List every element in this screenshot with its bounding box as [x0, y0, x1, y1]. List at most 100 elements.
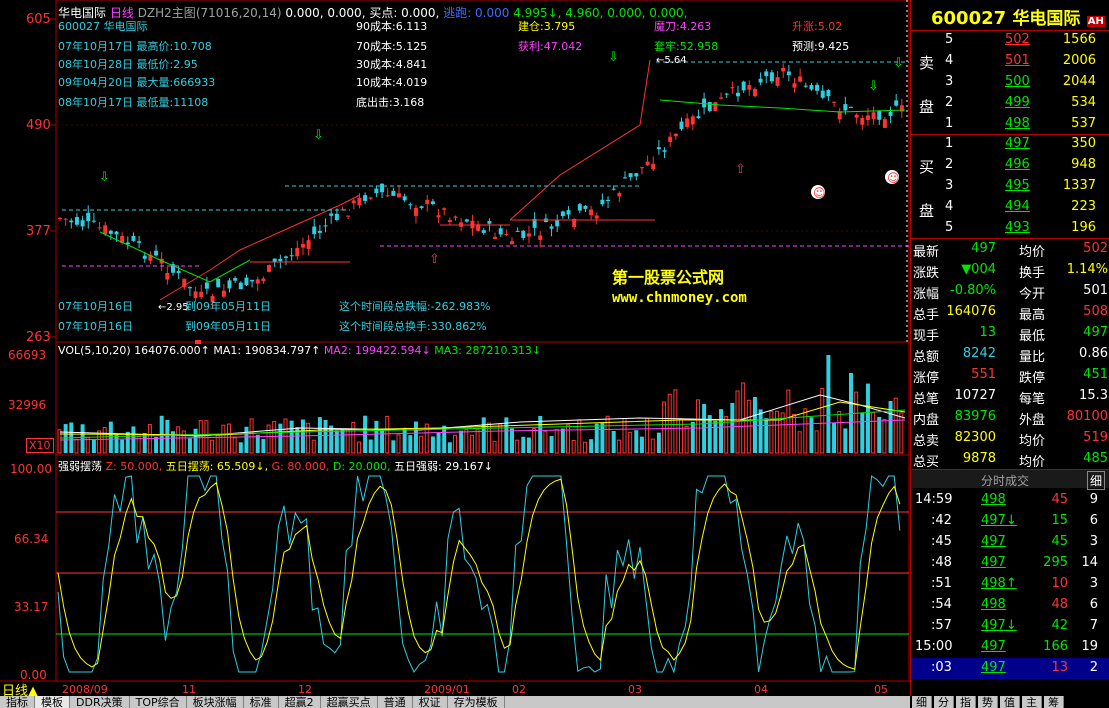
candle-body	[510, 241, 514, 245]
quote-tab[interactable]: 值	[1000, 696, 1020, 708]
tick-time: :57	[931, 618, 952, 633]
bid-row: 4 494 223	[911, 197, 1109, 218]
tab-template[interactable]: 模板	[35, 696, 70, 708]
level: 3	[945, 74, 954, 89]
tab-warrant[interactable]: 权证	[413, 696, 448, 708]
volume-bar	[832, 422, 837, 453]
quote-tab[interactable]: 主	[1022, 696, 1042, 708]
time-axis-label: 2008/09	[62, 683, 108, 696]
volume-bar	[57, 429, 62, 454]
stat-value: 485	[1083, 451, 1108, 466]
candle-body	[685, 118, 690, 127]
ticks-detail-button[interactable]: 细	[1087, 471, 1106, 490]
tab-top[interactable]: TOP综合	[130, 696, 187, 708]
volume-bar	[639, 436, 644, 453]
quote-tab[interactable]: 指	[956, 696, 976, 708]
stat-row: 涨跌 ▼004 换手 1.14%	[911, 260, 1109, 281]
ask-volume: 537	[1071, 116, 1096, 131]
tab-standard[interactable]: 标准	[244, 696, 279, 708]
quote-tab[interactable]: 细	[912, 696, 932, 708]
volume-bar	[227, 423, 231, 454]
volume-bar	[125, 431, 130, 453]
quote-tab[interactable]: 筹	[1044, 696, 1064, 708]
quote-panel: 600027 华电国际 AH 卖 盘 5 502 1566 4 501 2006 3 500 2…	[910, 0, 1109, 696]
volume-bar	[634, 430, 639, 453]
candle-body	[719, 97, 724, 99]
tab-indicator[interactable]: 指标	[0, 696, 35, 708]
volume-bar	[769, 410, 774, 454]
candle-body	[832, 101, 837, 103]
bid-row: 1 497 350	[911, 134, 1109, 155]
candle-body	[815, 84, 820, 91]
chart-area[interactable]: ⇩ ⇩ ⇩ ⇩ ⇩ ⇧ ⇧ ☺ ☺ 华电国际 日线 DZH2主图(71016,20,14) 0.…	[0, 0, 910, 708]
volume-bar	[278, 423, 283, 453]
tab-save-template[interactable]: 存为模板	[448, 696, 505, 708]
tab-sector[interactable]: 板块涨幅	[187, 696, 244, 708]
smiley-icon: ☺	[813, 186, 826, 200]
sell-arrow-icon: ⇩	[868, 79, 879, 94]
candle-body	[741, 81, 746, 91]
buy-arrow-icon: ⇧	[735, 162, 746, 177]
candle-body	[668, 136, 673, 143]
tick-time: :42	[931, 513, 952, 528]
ask-volume: 1566	[1062, 32, 1096, 47]
info-row: 09年04月20日 最大量:666933	[58, 76, 216, 89]
volume-bar	[391, 440, 396, 453]
tick-row: :54 498 48 6	[911, 595, 1109, 616]
trend-line	[509, 59, 651, 221]
tick-count: 3	[1089, 576, 1098, 591]
smiley-icon: ☺	[887, 171, 900, 185]
ask-row: 1 498 537	[911, 114, 1109, 135]
volume-bar	[526, 437, 531, 453]
tab-chaoying2[interactable]: 超赢2	[279, 696, 321, 708]
tab-chaoying-buy[interactable]: 超赢买点	[321, 696, 378, 708]
stat-row: 总手 164076 最高 508	[911, 302, 1109, 323]
ask-row: 4 501 2006	[911, 51, 1109, 72]
time-axis-label: 02	[512, 683, 526, 696]
candle-body	[103, 225, 108, 235]
stat-value: ▼004	[961, 262, 996, 277]
quote-tab[interactable]: 分	[934, 696, 954, 708]
cost-30: 30成本:4.841	[356, 58, 428, 71]
level: 5	[945, 32, 954, 47]
sell-arrow-icon: ⇩	[99, 170, 110, 185]
volume-bar	[510, 428, 514, 453]
stat-row: 涨停 551 跌停 451	[911, 365, 1109, 386]
volume-bar	[667, 393, 672, 454]
volume-bar	[102, 426, 107, 454]
volume-bar	[323, 419, 328, 453]
candle-body	[334, 213, 339, 221]
tick-count: 19	[1081, 639, 1098, 654]
tab-ddr[interactable]: DDR决策	[70, 696, 130, 708]
volume-bar	[402, 427, 407, 453]
quote-tab[interactable]: 势	[978, 696, 998, 708]
candle-body	[628, 173, 633, 178]
bid-volume: 223	[1071, 199, 1096, 214]
candle-body	[606, 199, 611, 202]
volume-bar	[249, 418, 254, 454]
tick-count: 2	[1089, 660, 1098, 675]
stat-value: 82300	[954, 430, 996, 445]
volume-bar	[340, 429, 345, 453]
volume-bar	[741, 382, 746, 454]
volume-bar	[521, 436, 526, 453]
candle-body	[238, 282, 243, 290]
stat-key: 涨停	[913, 371, 940, 386]
tab-normal[interactable]: 普通	[378, 696, 413, 708]
stat-value: 551	[971, 367, 996, 382]
volume-bar	[380, 429, 385, 453]
watermark-name: 第一股票公式网	[612, 268, 725, 287]
candle-body	[154, 250, 159, 256]
range-row: 07年10月16日 到09年05月11日 这个时间段总跌幅:-262.983%	[58, 300, 491, 313]
tick-time: 14:59	[915, 492, 953, 507]
volume-bar	[843, 428, 848, 453]
candle-body	[447, 220, 452, 223]
candle-body	[187, 287, 192, 289]
volume-bar	[244, 426, 249, 453]
bid-volume: 1337	[1062, 178, 1096, 193]
volume-bar	[210, 439, 215, 454]
volume-bar	[80, 424, 85, 453]
candle-body	[724, 93, 729, 95]
osc-axis-label: 100.00	[10, 462, 52, 476]
volume-bar	[436, 432, 441, 453]
